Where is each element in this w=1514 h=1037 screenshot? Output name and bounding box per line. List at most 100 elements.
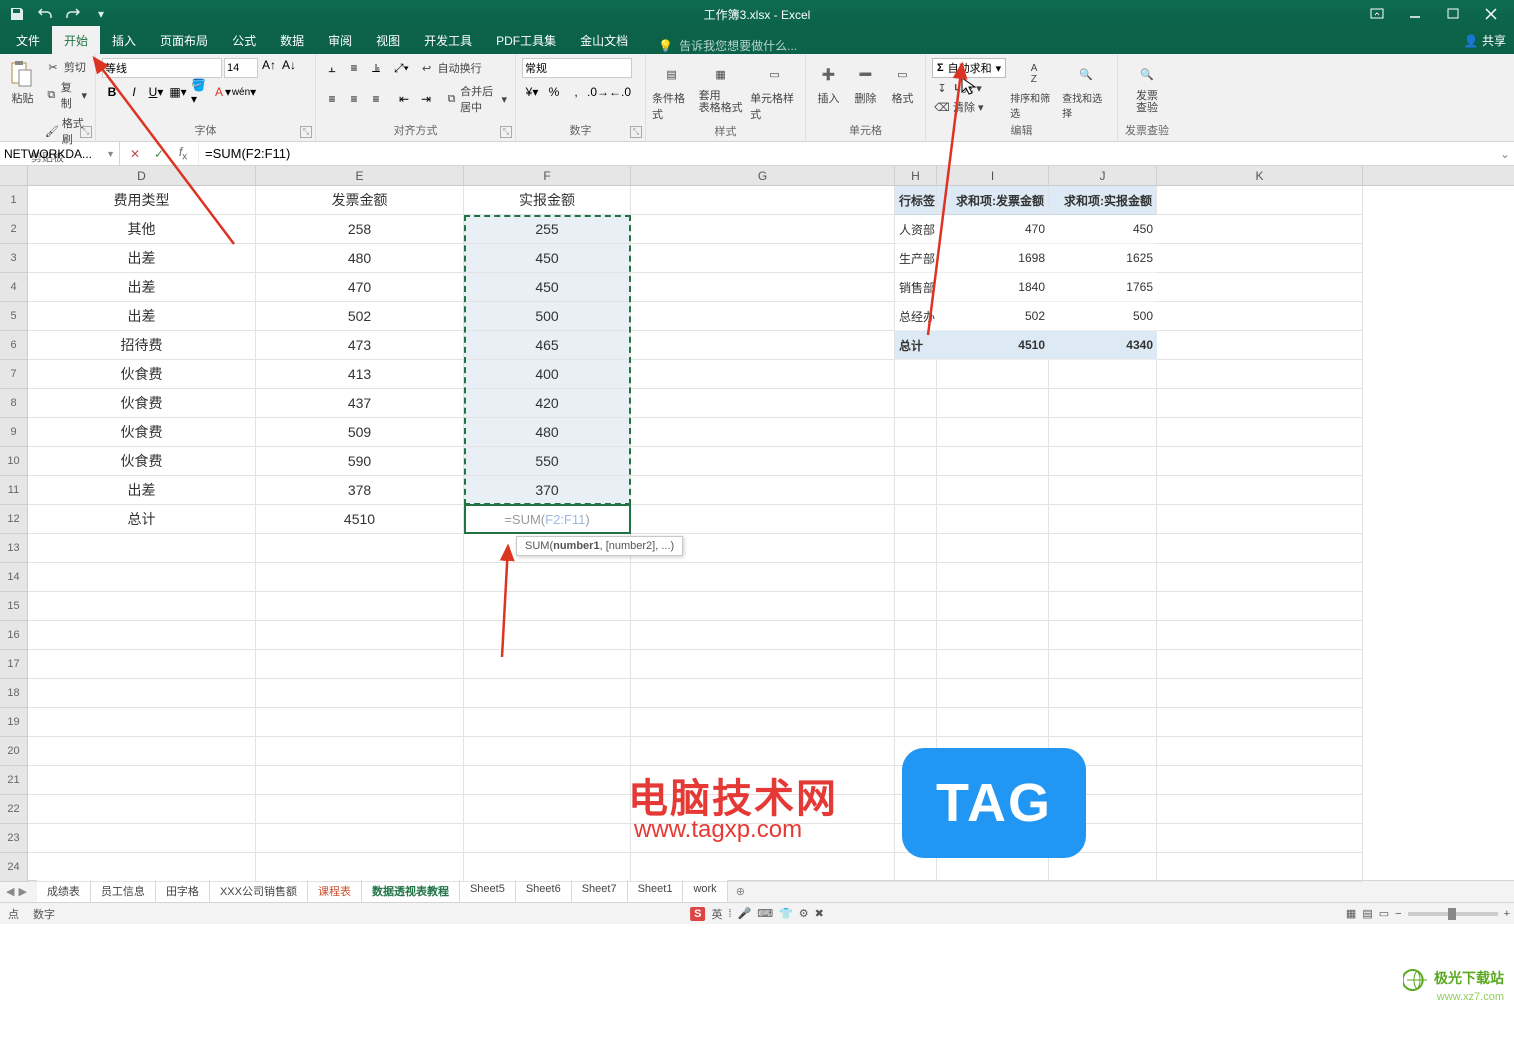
sheet-tab[interactable]: Sheet6 [516, 880, 572, 904]
col-header-g[interactable]: G [631, 166, 895, 185]
tab-home[interactable]: 开始 [52, 26, 100, 54]
row-header[interactable]: 8 [0, 389, 28, 418]
cell[interactable] [28, 563, 256, 592]
cell[interactable] [464, 824, 631, 853]
sheet-tab[interactable]: Sheet1 [628, 880, 684, 904]
tell-me[interactable]: 💡 告诉我您想要做什么... [658, 37, 797, 54]
insert-cell-button[interactable]: ➕插入 [812, 58, 845, 106]
cell[interactable] [631, 273, 895, 302]
row-header[interactable]: 18 [0, 679, 28, 708]
cell[interactable] [1157, 737, 1363, 766]
cell[interactable] [1157, 331, 1363, 360]
cell[interactable] [895, 621, 937, 650]
cell[interactable] [631, 476, 895, 505]
pivot-label[interactable]: 总经办 [895, 302, 937, 331]
cell[interactable] [256, 592, 464, 621]
delete-cell-button[interactable]: ➖删除 [849, 58, 882, 106]
cell[interactable]: 473 [256, 331, 464, 360]
row-header[interactable]: 22 [0, 795, 28, 824]
align-top-icon[interactable]: ⫠ [322, 58, 342, 78]
cell[interactable] [1049, 418, 1157, 447]
font-color-button[interactable]: A▾ [212, 82, 232, 102]
view-page-icon[interactable]: ▤ [1362, 907, 1372, 920]
pivot-value[interactable]: 1765 [1049, 273, 1157, 302]
cell[interactable]: 509 [256, 418, 464, 447]
pivot-label[interactable]: 销售部 [895, 273, 937, 302]
autosum-button[interactable]: Σ自动求和▾ [932, 58, 1006, 78]
italic-button[interactable]: I [124, 82, 144, 102]
cell[interactable] [937, 418, 1049, 447]
name-box[interactable]: NETWORKDA...▼ [0, 142, 120, 165]
view-break-icon[interactable]: ▭ [1379, 907, 1389, 920]
row-header[interactable]: 10 [0, 447, 28, 476]
cell[interactable] [937, 708, 1049, 737]
cell[interactable] [631, 186, 895, 215]
cell[interactable]: 370 [464, 476, 631, 505]
save-icon[interactable] [8, 5, 26, 23]
cell[interactable]: 470 [256, 273, 464, 302]
ime-icon[interactable]: ⚙ [799, 907, 809, 920]
tab-page-layout[interactable]: 页面布局 [148, 26, 220, 54]
phonetic-button[interactable]: wén▾ [234, 82, 254, 102]
currency-icon[interactable]: ¥▾ [522, 82, 542, 102]
align-center-icon[interactable]: ≡ [344, 89, 364, 109]
pivot-label[interactable]: 总计 [895, 331, 937, 360]
row-header[interactable]: 21 [0, 766, 28, 795]
cell[interactable] [1049, 650, 1157, 679]
pivot-header[interactable]: 求和项:发票金额 [937, 186, 1049, 215]
cell[interactable] [1157, 186, 1363, 215]
cell[interactable] [631, 331, 895, 360]
qat-dropdown-icon[interactable]: ▾ [92, 5, 110, 23]
chevron-down-icon[interactable]: ▼ [106, 149, 115, 159]
format-table-button[interactable]: ▦套用 表格格式 [695, 58, 746, 114]
cell[interactable]: 实报金额 [464, 186, 631, 215]
cell[interactable] [1157, 824, 1363, 853]
cell[interactable] [895, 708, 937, 737]
cell[interactable] [28, 853, 256, 882]
cell[interactable]: 出差 [28, 273, 256, 302]
cell[interactable] [895, 592, 937, 621]
row-header[interactable]: 11 [0, 476, 28, 505]
row-header[interactable]: 19 [0, 708, 28, 737]
tab-view[interactable]: 视图 [364, 26, 412, 54]
cell[interactable] [464, 795, 631, 824]
zoom-slider[interactable] [1408, 912, 1498, 916]
sheet-tab[interactable]: 数据透视表教程 [362, 880, 460, 904]
enter-formula-icon[interactable]: ✓ [150, 147, 168, 161]
cell[interactable] [256, 621, 464, 650]
cell[interactable] [631, 708, 895, 737]
col-header-i[interactable]: I [937, 166, 1049, 185]
cell[interactable] [464, 621, 631, 650]
cell[interactable] [1049, 621, 1157, 650]
cell[interactable] [895, 360, 937, 389]
cell[interactable] [1157, 389, 1363, 418]
cell[interactable] [1049, 505, 1157, 534]
cell[interactable]: 420 [464, 389, 631, 418]
tab-review[interactable]: 审阅 [316, 26, 364, 54]
cell[interactable] [895, 650, 937, 679]
view-normal-icon[interactable]: ▦ [1346, 907, 1356, 920]
cell[interactable] [631, 215, 895, 244]
close-icon[interactable] [1472, 0, 1510, 28]
pivot-value[interactable]: 502 [937, 302, 1049, 331]
cell[interactable] [895, 563, 937, 592]
cell[interactable]: 发票金额 [256, 186, 464, 215]
row-header[interactable]: 9 [0, 418, 28, 447]
number-format-combo[interactable] [522, 58, 632, 78]
pivot-value[interactable]: 1625 [1049, 244, 1157, 273]
cell[interactable] [631, 621, 895, 650]
tab-kingsoft[interactable]: 金山文档 [568, 26, 640, 54]
minimize-icon[interactable] [1396, 0, 1434, 28]
row-header[interactable]: 12 [0, 505, 28, 534]
sort-filter-button[interactable]: AZ排序和筛选 [1010, 58, 1058, 120]
cell[interactable] [1157, 360, 1363, 389]
cell[interactable] [631, 418, 895, 447]
sheet-tab[interactable]: 田字格 [156, 880, 210, 904]
cell[interactable] [1049, 563, 1157, 592]
row-header[interactable]: 5 [0, 302, 28, 331]
pivot-value[interactable]: 500 [1049, 302, 1157, 331]
cell[interactable]: 伙食费 [28, 360, 256, 389]
cell[interactable]: 258 [256, 215, 464, 244]
worksheet-grid[interactable]: D E F G H I J K 1费用类型发票金额实报金额行标签▾求和项:发票金… [0, 166, 1514, 880]
col-header-f[interactable]: F [464, 166, 631, 185]
